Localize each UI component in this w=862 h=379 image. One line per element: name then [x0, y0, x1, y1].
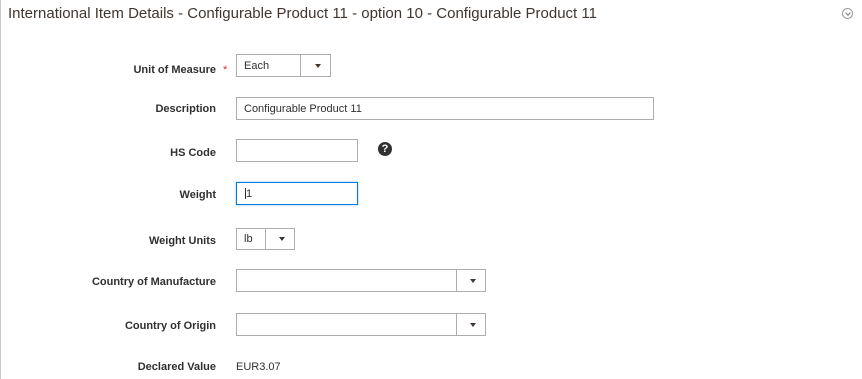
- description-value: Configurable Product 11: [244, 102, 362, 115]
- country-of-manufacture-select[interactable]: [236, 269, 486, 292]
- weight-units-value: lb: [244, 233, 253, 245]
- country-of-origin-label: Country of Origin: [124, 320, 216, 332]
- question-circle-icon[interactable]: ?: [378, 142, 392, 156]
- weight-input[interactable]: 1: [236, 182, 358, 205]
- collapse-icon[interactable]: [842, 8, 853, 19]
- chevron-down-icon: [279, 237, 285, 241]
- description-input[interactable]: Configurable Product 11: [236, 97, 654, 120]
- description-label: Description: [155, 103, 216, 115]
- hs-code-input[interactable]: [236, 139, 358, 162]
- unit-of-measure-select[interactable]: Each: [236, 54, 331, 77]
- declared-value-label: Declared Value: [137, 361, 216, 373]
- country-of-origin-select[interactable]: [236, 313, 486, 336]
- hs-code-label: HS Code: [170, 147, 216, 159]
- unit-of-measure-label: Unit of Measure: [133, 64, 216, 76]
- weight-units-select[interactable]: lb: [236, 228, 295, 250]
- country-of-manufacture-label: Country of Manufacture: [91, 276, 216, 288]
- chevron-down-icon: [470, 278, 476, 283]
- international-item-details-panel: International Item Details - Configurabl…: [0, 0, 862, 379]
- unit-of-measure-value: Each: [244, 59, 270, 72]
- weight-value: 1: [246, 187, 253, 200]
- chevron-down-icon: [470, 322, 476, 327]
- required-indicator: *: [223, 64, 228, 76]
- declared-value: EUR3.07: [236, 361, 281, 373]
- weight-units-label: Weight Units: [148, 235, 216, 247]
- weight-label: Weight: [179, 189, 216, 201]
- chevron-down-icon: [315, 63, 321, 68]
- section-title: International Item Details - Configurabl…: [8, 5, 597, 22]
